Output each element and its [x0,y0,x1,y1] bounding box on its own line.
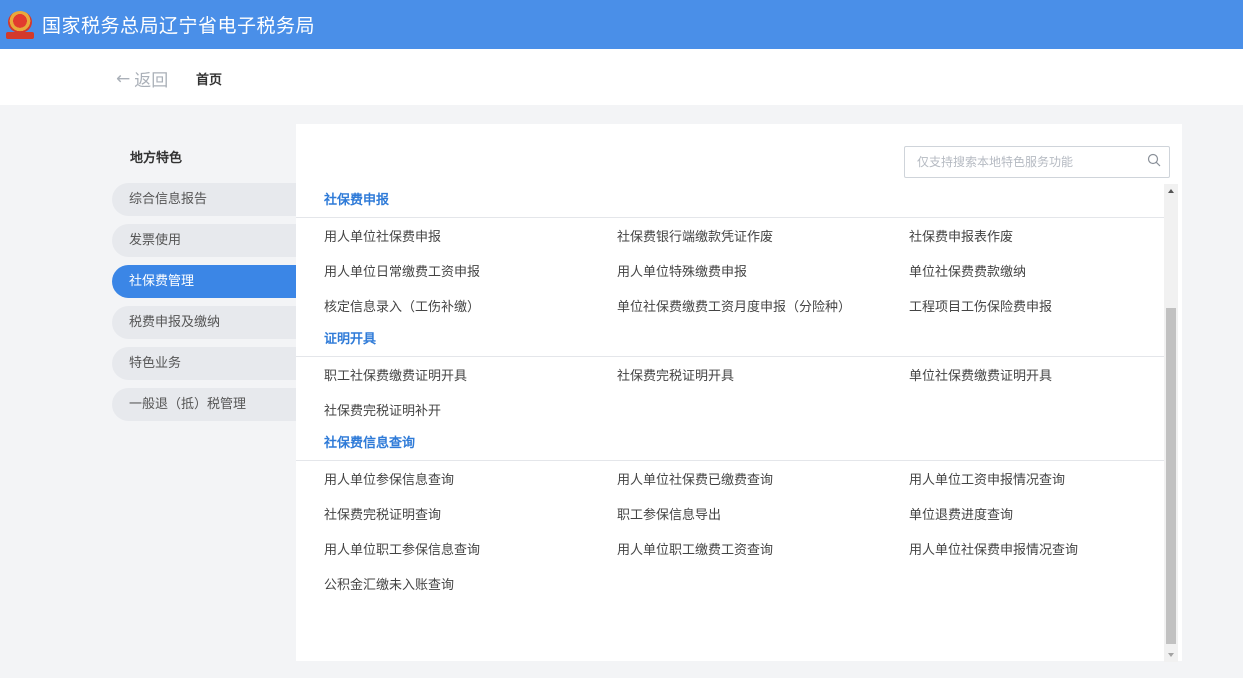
scroll-up-arrow-icon[interactable] [1164,184,1178,198]
service-link[interactable]: 职工社保费缴费证明开具 [324,365,467,384]
scroll-down-arrow-icon[interactable] [1164,648,1178,662]
section-title: 社保费申报 [296,184,1164,218]
service-link[interactable]: 单位社保费缴费工资月度申报（分险种） [617,296,851,315]
nav-bar: ← 返回 首页 [0,49,1243,105]
service-link[interactable]: 社保费银行端缴款凭证作废 [617,226,773,245]
service-row: 用人单位社保费申报 社保费银行端缴款凭证作废 社保费申报表作废 [296,218,1164,253]
breadcrumb[interactable]: 首页 [196,69,222,88]
service-link[interactable]: 用人单位工资申报情况查询 [909,469,1065,488]
service-link[interactable]: 公积金汇缴未入账查询 [324,574,454,593]
service-link[interactable]: 单位社保费缴费证明开具 [909,365,1052,384]
search-box [904,146,1170,178]
back-button[interactable]: ← 返回 [116,66,169,92]
service-link[interactable]: 用人单位社保费申报 [324,226,441,245]
site-title: 国家税务总局辽宁省电子税务局 [42,15,316,37]
service-link[interactable]: 社保费申报表作废 [909,226,1013,245]
service-row: 公积金汇缴未入账查询 [296,566,1164,601]
service-link[interactable]: 社保费完税证明补开 [324,400,441,419]
service-row: 核定信息录入（工伤补缴） 单位社保费缴费工资月度申报（分险种） 工程项目工伤保险费申… [296,288,1164,323]
back-label: 返回 [134,71,169,91]
service-link[interactable]: 工程项目工伤保险费申报 [909,296,1052,315]
sidebar-item[interactable]: 综合信息报告 [112,183,298,216]
sidebar-item[interactable]: 特色业务 [112,347,298,380]
service-link[interactable]: 社保费完税证明查询 [324,504,441,523]
service-link[interactable]: 职工参保信息导出 [617,504,721,523]
sidebar-item[interactable]: 税费申报及缴纳 [112,306,298,339]
service-row: 职工社保费缴费证明开具 社保费完税证明开具 单位社保费缴费证明开具 [296,357,1164,392]
service-link[interactable]: 用人单位日常缴费工资申报 [324,261,480,280]
service-link[interactable]: 用人单位特殊缴费申报 [617,261,747,280]
service-link[interactable]: 社保费完税证明开具 [617,365,734,384]
service-link[interactable]: 用人单位参保信息查询 [324,469,454,488]
service-row: 用人单位日常缴费工资申报 用人单位特殊缴费申报 单位社保费费款缴纳 [296,253,1164,288]
service-list: 社保费申报用人单位社保费申报 社保费银行端缴款凭证作废 社保费申报表作废用人单位日常… [296,184,1164,654]
section-title: 证明开具 [296,323,1164,357]
service-link[interactable]: 单位社保费费款缴纳 [909,261,1026,280]
scrollbar-thumb[interactable] [1166,308,1176,644]
sidebar-item[interactable]: 一般退（抵）税管理 [112,388,298,421]
service-link[interactable]: 用人单位社保费申报情况查询 [909,539,1078,558]
service-row: 用人单位参保信息查询 用人单位社保费已缴费查询 用人单位工资申报情况查询 [296,461,1164,496]
service-section: 社保费申报用人单位社保费申报 社保费银行端缴款凭证作废 社保费申报表作废用人单位日常… [296,184,1164,323]
service-link[interactable]: 用人单位职工参保信息查询 [324,539,480,558]
sidebar-item[interactable]: 社保费管理 [112,265,298,298]
search-input[interactable] [917,147,1147,177]
sidebar-item[interactable]: 发票使用 [112,224,298,257]
header-bar: 国家税务总局辽宁省电子税务局 [0,0,1243,49]
service-link[interactable]: 用人单位社保费已缴费查询 [617,469,773,488]
scrollbar[interactable] [1164,184,1178,662]
arrow-left-icon: ← [116,68,131,89]
service-link[interactable]: 单位退费进度查询 [909,504,1013,523]
service-row: 社保费完税证明查询 职工参保信息导出 单位退费进度查询 [296,496,1164,531]
search-icon[interactable] [1147,153,1161,167]
service-row: 社保费完税证明补开 [296,392,1164,427]
service-row: 用人单位职工参保信息查询 用人单位职工缴费工资查询 用人单位社保费申报情况查询 [296,531,1164,566]
service-link[interactable]: 用人单位职工缴费工资查询 [617,539,773,558]
sidebar-heading: 地方特色 [130,151,183,166]
service-link[interactable]: 核定信息录入（工伤补缴） [324,296,480,315]
main-panel: 社保费申报用人单位社保费申报 社保费银行端缴款凭证作废 社保费申报表作废用人单位日常… [296,124,1182,662]
service-section: 社保费信息查询用人单位参保信息查询 用人单位社保费已缴费查询 用人单位工资申报情况查… [296,427,1164,601]
service-section: 证明开具职工社保费缴费证明开具 社保费完税证明开具 单位社保费缴费证明开具社保费完税… [296,323,1164,427]
section-title: 社保费信息查询 [296,427,1164,461]
tax-emblem-logo [6,10,34,40]
sidebar-menu: 综合信息报告 发票使用社保费管理税费申报及缴纳 特色业务一般退（抵）税管理 [112,183,298,429]
